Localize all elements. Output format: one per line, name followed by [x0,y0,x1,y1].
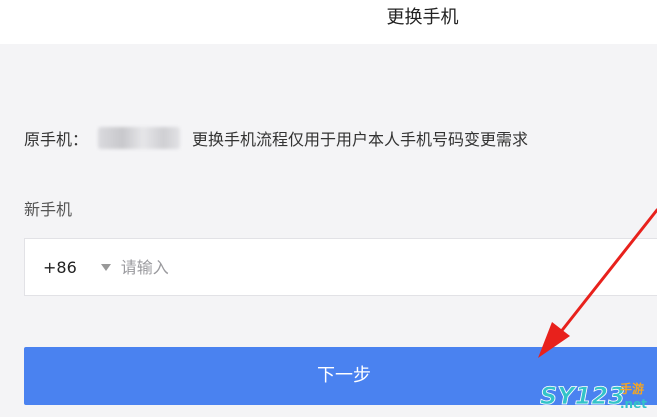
new-phone-field: +86 [24,238,657,296]
country-code-selector[interactable]: +86 [43,258,77,277]
phone-number-input[interactable] [120,257,521,277]
original-phone-row: 原手机： 更换手机流程仅用于用户本人手机号码变更需求 [24,124,528,152]
sy123-watermark-logo: SY123 手游 .net [540,381,647,411]
nav-header: 更换手机 [0,0,657,44]
new-phone-label: 新手机 [24,200,73,219]
watermark-domain-text: .net [620,397,647,411]
masked-phone-number [98,127,181,149]
watermark-main-text: SY123 [540,382,625,410]
watermark-tag-text: 手游 [620,381,644,396]
change-phone-notice: 更换手机流程仅用于用户本人手机号码变更需求 [192,130,529,149]
original-phone-label: 原手机： [24,130,89,149]
triangle-down-icon[interactable] [100,263,111,271]
page-title: 更换手机 [386,7,459,28]
